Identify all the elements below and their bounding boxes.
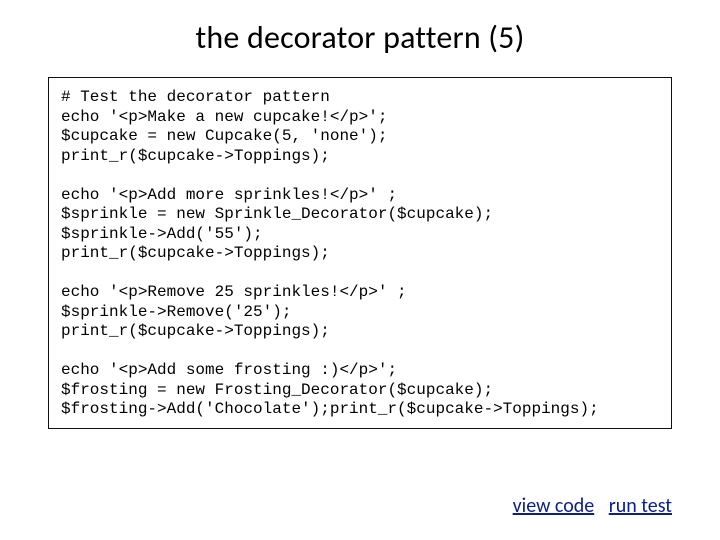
view-code-link[interactable]: view code [513, 494, 595, 518]
slide: the decorator pattern (5) # Test the dec… [0, 0, 720, 540]
code-block: # Test the decorator pattern echo '<p>Ma… [48, 77, 672, 429]
footer-links: view code run test [503, 494, 672, 518]
run-test-link[interactable]: run test [609, 494, 672, 518]
slide-title: the decorator pattern (5) [48, 18, 672, 57]
